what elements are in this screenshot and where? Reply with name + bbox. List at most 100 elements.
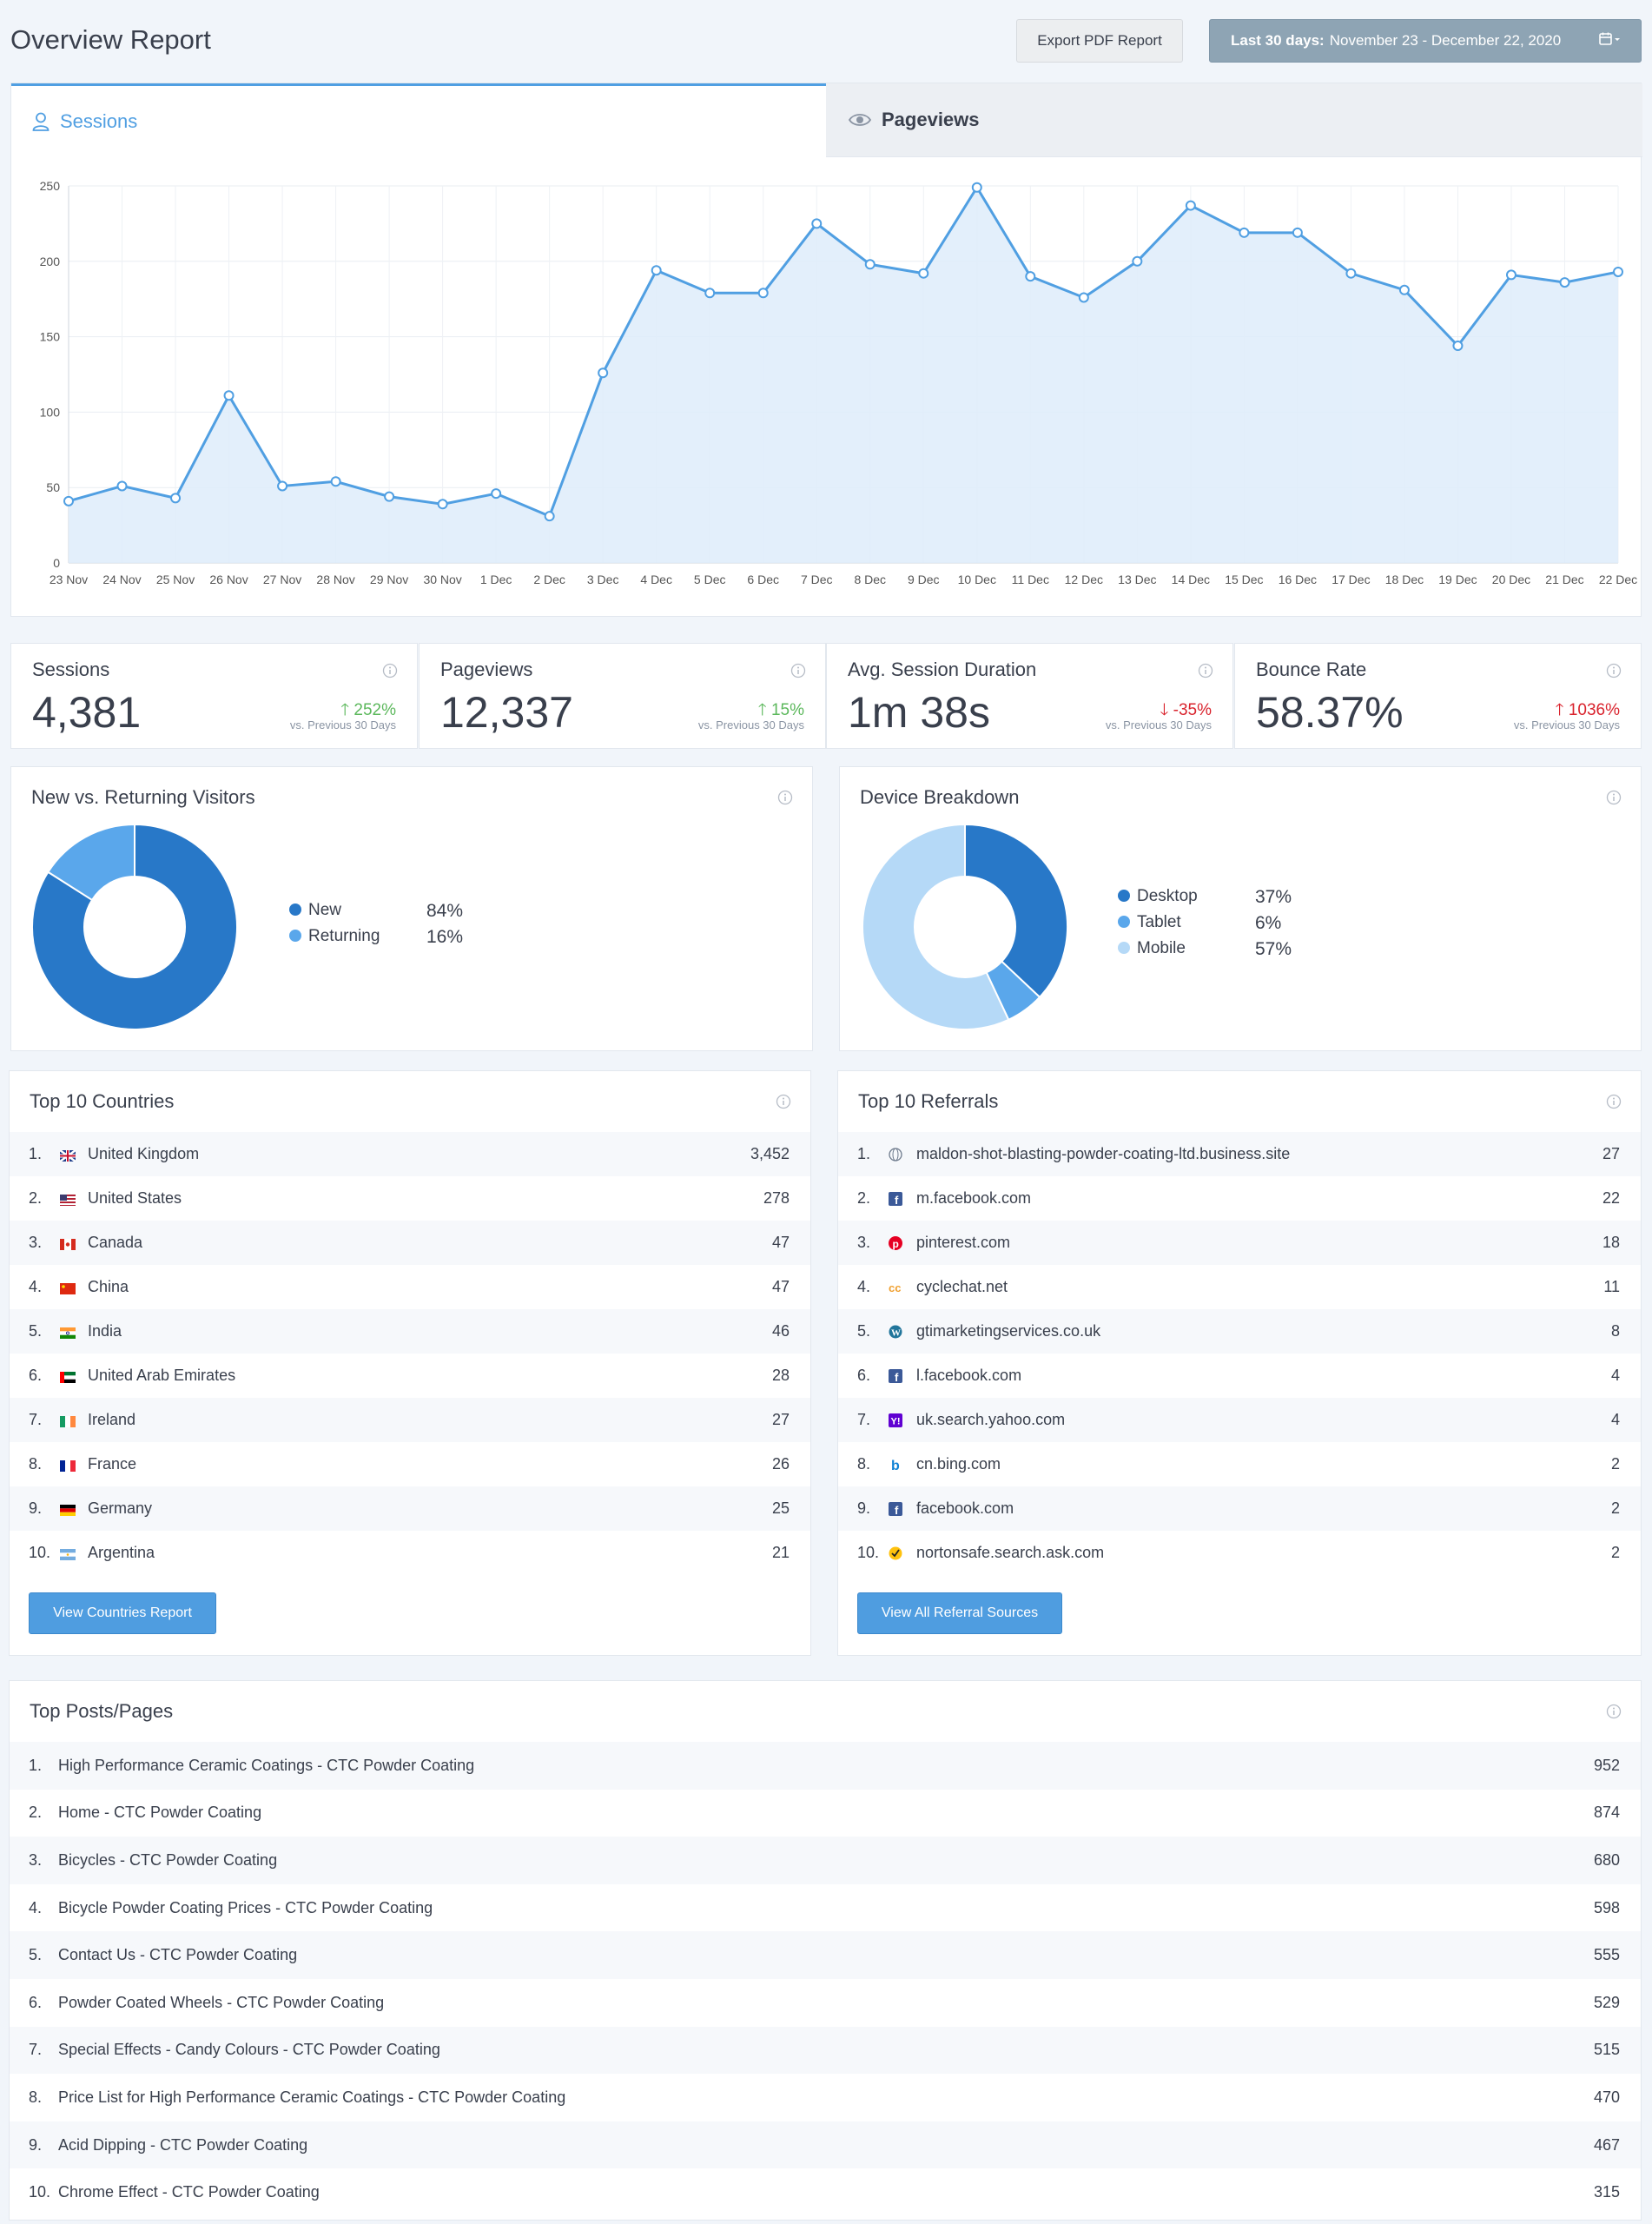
metric-change-value: -35% xyxy=(1173,701,1212,719)
x-tick-label: 10 Dec xyxy=(958,573,996,586)
data-point[interactable] xyxy=(864,259,876,270)
info-icon[interactable] xyxy=(790,663,806,683)
post-link[interactable]: Chrome Effect - CTC Powder Coating xyxy=(58,2183,320,2201)
date-range-button[interactable]: Last 30 days: November 23 - December 22,… xyxy=(1209,19,1642,63)
post-link[interactable]: Contact Us - CTC Powder Coating xyxy=(58,1946,297,1964)
table-row: 8. b cn.bing.com 2 xyxy=(838,1442,1641,1486)
legend-dot xyxy=(1118,890,1130,902)
referral-link[interactable]: maldon-shot-blasting-powder-coating-ltd.… xyxy=(916,1145,1290,1163)
post-link[interactable]: Special Effects - Candy Colours - CTC Po… xyxy=(58,2041,440,2059)
data-point[interactable] xyxy=(330,476,341,487)
info-icon[interactable] xyxy=(777,790,793,810)
referral-link[interactable]: m.facebook.com xyxy=(916,1189,1031,1208)
metric-value: 12,337 xyxy=(440,688,573,737)
referral-link[interactable]: facebook.com xyxy=(916,1499,1014,1518)
data-point[interactable] xyxy=(1345,268,1357,279)
svg-text:p: p xyxy=(893,1238,899,1250)
info-icon[interactable] xyxy=(1606,1094,1622,1114)
info-icon[interactable] xyxy=(776,1094,791,1114)
post-link[interactable]: Acid Dipping - CTC Powder Coating xyxy=(58,2136,307,2154)
data-point[interactable] xyxy=(1239,227,1250,238)
row-number: 10. xyxy=(857,1544,880,1561)
visitors-donut-chart xyxy=(32,824,237,1029)
x-tick-label: 2 Dec xyxy=(533,573,565,586)
data-point[interactable] xyxy=(971,182,982,193)
row-value: 47 xyxy=(771,1278,790,1295)
info-icon[interactable] xyxy=(1198,663,1213,683)
post-link[interactable]: Home - CTC Powder Coating xyxy=(58,1804,261,1822)
table-row: 9. f facebook.com 2 xyxy=(838,1486,1641,1531)
bing-icon: b xyxy=(889,1458,902,1476)
data-point[interactable] xyxy=(1398,284,1410,295)
info-icon[interactable] xyxy=(1606,663,1622,683)
referral-link[interactable]: pinterest.com xyxy=(916,1234,1010,1252)
x-tick-label: 18 Dec xyxy=(1385,573,1424,586)
referral-link[interactable]: uk.search.yahoo.com xyxy=(916,1411,1065,1429)
ae-flag-icon xyxy=(60,1369,76,1387)
legend-label: Mobile xyxy=(1137,939,1186,957)
countries-panel: Top 10 Countries 1. United Kingdom 3,452 2… xyxy=(9,1070,811,1656)
view-all-referral-sources-button[interactable]: View All Referral Sources xyxy=(857,1592,1062,1634)
data-point[interactable] xyxy=(544,511,555,522)
data-point[interactable] xyxy=(1185,200,1196,211)
data-point[interactable] xyxy=(491,488,502,500)
ie-flag-icon xyxy=(60,1413,76,1432)
data-point[interactable] xyxy=(384,491,395,502)
post-link[interactable]: Bicycles - CTC Powder Coating xyxy=(58,1851,277,1870)
data-point[interactable] xyxy=(1132,255,1143,267)
data-point[interactable] xyxy=(1078,292,1089,303)
row-name: China xyxy=(88,1278,129,1295)
post-link[interactable]: Powder Coated Wheels - CTC Powder Coatin… xyxy=(58,1994,384,2012)
table-row: 5. India 46 xyxy=(10,1309,810,1354)
metric-card-avg-session-duration: Avg. Session Duration 1m 38s 🡓 -35% vs. … xyxy=(826,643,1233,749)
table-row: 5. Contact Us - CTC Powder Coating 555 xyxy=(10,1931,1641,1979)
info-icon[interactable] xyxy=(382,663,398,683)
user-icon xyxy=(32,112,50,131)
y-tick-label: 50 xyxy=(46,480,60,494)
data-point[interactable] xyxy=(1292,227,1303,238)
referral-link[interactable]: gtimarketingservices.co.uk xyxy=(916,1322,1100,1340)
data-point[interactable] xyxy=(223,390,235,401)
info-icon[interactable] xyxy=(1606,790,1622,810)
row-number: 1. xyxy=(857,1145,871,1162)
referral-link[interactable]: cyclechat.net xyxy=(916,1278,1008,1296)
tab-pageviews[interactable]: Pageviews xyxy=(826,83,1642,157)
legend-dot xyxy=(289,904,301,916)
data-point[interactable] xyxy=(1559,277,1570,288)
legend-dot xyxy=(1118,916,1130,928)
data-point[interactable] xyxy=(1025,271,1036,282)
row-value: 470 xyxy=(1593,2088,1620,2106)
data-point[interactable] xyxy=(757,288,769,299)
data-point[interactable] xyxy=(704,288,716,299)
post-link[interactable]: High Performance Ceramic Coatings - CTC … xyxy=(58,1757,474,1775)
x-tick-label: 17 Dec xyxy=(1332,573,1370,586)
legend-new: New 84% xyxy=(289,901,463,921)
data-point[interactable] xyxy=(1452,341,1464,352)
donut-slice-desktop[interactable] xyxy=(964,824,1067,999)
data-point[interactable] xyxy=(1613,266,1623,277)
data-point[interactable] xyxy=(811,218,823,229)
data-point[interactable] xyxy=(1505,269,1517,281)
referral-link[interactable]: cn.bing.com xyxy=(916,1455,1001,1473)
post-link[interactable]: Price List for High Performance Ceramic … xyxy=(58,2088,565,2107)
data-point[interactable] xyxy=(918,268,929,279)
data-point[interactable] xyxy=(598,367,609,379)
data-point[interactable] xyxy=(170,493,182,504)
info-icon[interactable] xyxy=(1606,1704,1622,1724)
data-point[interactable] xyxy=(116,480,128,492)
export-pdf-button[interactable]: Export PDF Report xyxy=(1016,19,1183,63)
svg-text:W: W xyxy=(891,1328,901,1339)
data-point[interactable] xyxy=(437,499,448,510)
referral-link[interactable]: nortonsafe.search.ask.com xyxy=(916,1544,1104,1562)
data-point[interactable] xyxy=(63,495,74,506)
x-tick-label: 1 Dec xyxy=(480,573,512,586)
row-number: 5. xyxy=(29,1322,43,1340)
tab-sessions[interactable]: Sessions xyxy=(11,83,826,157)
metric-label: Pageviews xyxy=(440,659,533,680)
x-tick-label: 7 Dec xyxy=(801,573,833,586)
data-point[interactable] xyxy=(651,265,662,276)
referral-link[interactable]: l.facebook.com xyxy=(916,1367,1021,1385)
data-point[interactable] xyxy=(277,480,288,492)
post-link[interactable]: Bicycle Powder Coating Prices - CTC Powd… xyxy=(58,1899,433,1917)
view-countries-report-button[interactable]: View Countries Report xyxy=(29,1592,216,1634)
